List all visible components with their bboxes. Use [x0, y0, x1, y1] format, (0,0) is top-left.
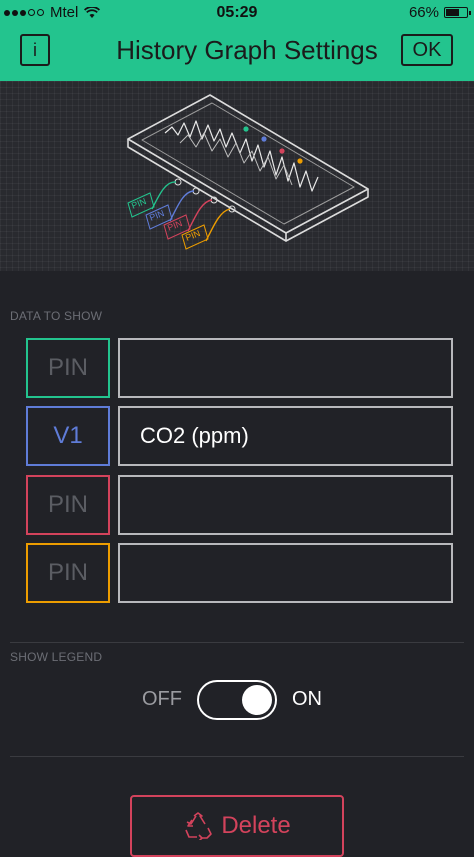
toggle-knob[interactable] — [242, 685, 272, 715]
delete-label: Delete — [221, 812, 291, 839]
delete-button[interactable]: Delete — [130, 795, 344, 857]
legend-toggle-switch[interactable] — [197, 680, 277, 720]
label-field-4[interactable] — [118, 543, 453, 603]
toggle-on-label: ON — [292, 688, 322, 710]
pin-selector-1[interactable]: PIN — [26, 338, 110, 398]
pin-selector-3[interactable]: PIN — [26, 475, 110, 535]
illustration-pin-tag: PIN — [148, 208, 166, 223]
battery-percent: 66% — [408, 4, 439, 21]
label-field-2[interactable]: CO2 (ppm) — [118, 406, 453, 466]
pin-selector-2[interactable]: V1 — [26, 406, 110, 466]
label-field-1[interactable] — [118, 338, 453, 398]
battery-info: 66% — [408, 4, 471, 21]
section-divider — [10, 756, 464, 757]
toggle-off-label: OFF — [142, 688, 182, 710]
device-graph-illustration: PIN PIN PIN PIN — [127, 94, 369, 250]
status-time: 05:29 — [216, 4, 258, 21]
status-bar: Mtel 05:29 66% — [0, 0, 474, 26]
label-field-3[interactable] — [118, 475, 453, 535]
recycle-icon — [185, 812, 213, 840]
data-section-label: DATA TO SHOW — [10, 309, 103, 323]
info-button[interactable]: i — [20, 34, 50, 66]
illustration-pin-tag: PIN — [130, 196, 148, 211]
header-bar: Mtel 05:29 66% i History Graph Settings … — [0, 0, 474, 81]
pin-selector-4[interactable]: PIN — [26, 543, 110, 603]
battery-icon — [444, 7, 471, 18]
ok-button[interactable]: OK — [401, 34, 453, 66]
page-title: History Graph Settings — [116, 35, 378, 65]
section-divider — [10, 642, 464, 643]
widget-illustration: PIN PIN PIN PIN — [0, 81, 474, 271]
legend-section-label: SHOW LEGEND — [10, 650, 103, 664]
legend-toggle-row: OFF ON — [0, 680, 474, 720]
